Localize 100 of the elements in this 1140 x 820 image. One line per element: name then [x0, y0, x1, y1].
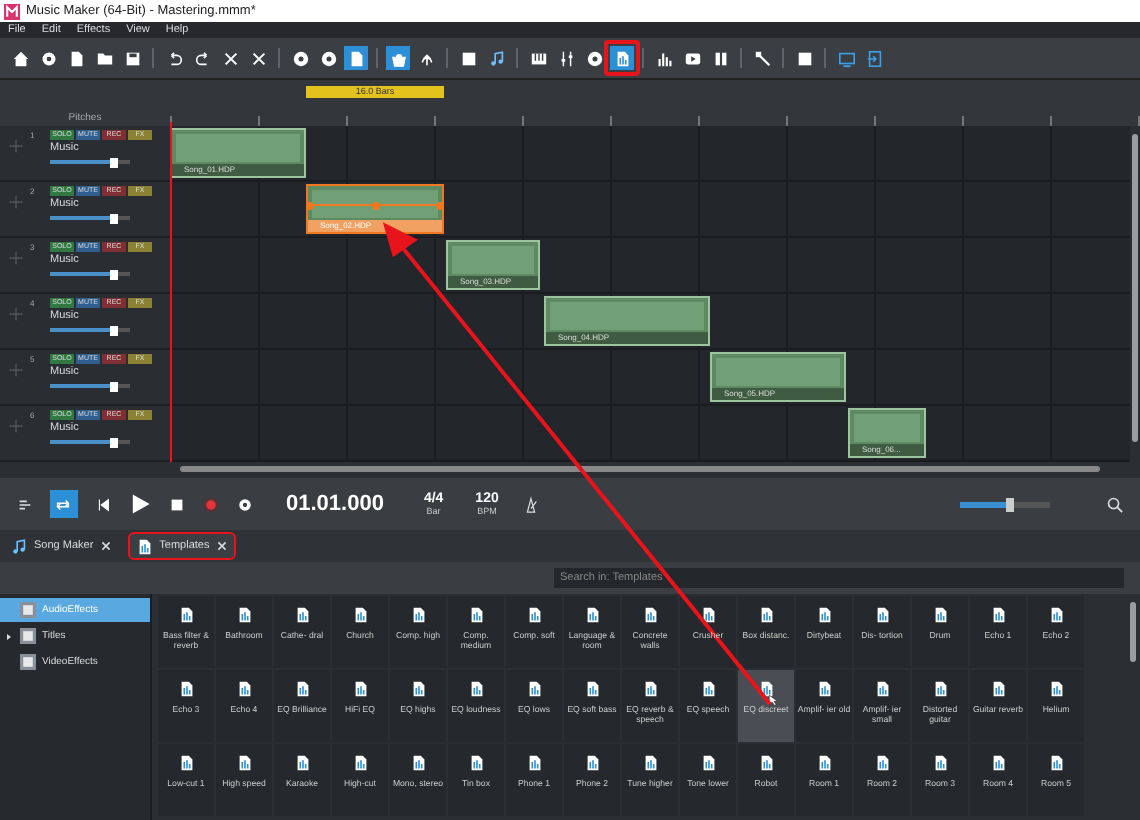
zoom-slider[interactable] [960, 501, 1050, 507]
home-icon [11, 49, 29, 67]
template-icon [613, 49, 631, 67]
mouse-pointer-icon [768, 694, 780, 706]
search-icon[interactable] [1106, 495, 1124, 513]
chart-icon [655, 49, 673, 67]
template-icon [641, 754, 659, 772]
play-icon [683, 49, 701, 67]
import-icon [865, 49, 883, 67]
cross-icon [8, 138, 24, 154]
template-icon [409, 754, 427, 772]
folder-icon [95, 49, 113, 67]
template-icon [293, 754, 311, 772]
disc-icon [291, 49, 309, 67]
template-icon [235, 680, 253, 698]
note-icon [10, 537, 28, 555]
template-icon [931, 606, 949, 624]
template-icon [757, 754, 775, 772]
template-icon [815, 606, 833, 624]
close-icon[interactable] [215, 540, 228, 552]
rewind-icon[interactable] [94, 495, 112, 513]
template-icon [641, 606, 659, 624]
redo-icon [193, 49, 211, 67]
screen-icon [837, 49, 855, 67]
disc-icon [319, 49, 337, 67]
template-icon [815, 680, 833, 698]
template-icon [989, 680, 1007, 698]
template-icon [409, 680, 427, 698]
pause-icon [711, 49, 729, 67]
template-icon [583, 754, 601, 772]
square-icon [459, 49, 477, 67]
close-icon[interactable] [99, 540, 112, 552]
loop-icon [54, 495, 72, 513]
template-icon [931, 754, 949, 772]
template-icon [699, 754, 717, 772]
template-icon [293, 606, 311, 624]
template-icon [989, 754, 1007, 772]
template-icon [641, 680, 659, 698]
piano-icon [529, 49, 547, 67]
toolbar-button[interactable] [8, 46, 32, 70]
cross-icon [249, 49, 267, 67]
template-icon [1047, 680, 1065, 698]
toolbar-button[interactable] [582, 46, 606, 70]
template-icon [583, 606, 601, 624]
template-icon [135, 537, 154, 555]
toolbar-button[interactable] [750, 46, 774, 70]
template-icon [1047, 754, 1065, 772]
mixer-icon [557, 49, 575, 67]
cross-icon [8, 418, 24, 434]
position-display: 01.01.000 [286, 492, 384, 516]
template-icon [757, 606, 775, 624]
template-icon [467, 606, 485, 624]
undo-icon [165, 49, 183, 67]
upload-icon [417, 49, 435, 67]
template-icon [525, 606, 543, 624]
cross-icon [221, 49, 239, 67]
tool-icon [753, 49, 771, 67]
cross-icon [8, 194, 24, 210]
template-icon [989, 606, 1007, 624]
bag-icon [389, 49, 407, 67]
template-icon [1047, 606, 1065, 624]
template-icon [177, 754, 195, 772]
play-icon[interactable] [128, 492, 152, 516]
template-icon [815, 754, 833, 772]
template-icon [699, 606, 717, 624]
expand-icon[interactable] [4, 631, 14, 641]
square-icon [795, 49, 813, 67]
template-icon [873, 680, 891, 698]
template-icon [467, 754, 485, 772]
template-icon [351, 680, 369, 698]
template-icon [177, 606, 195, 624]
template-icon [931, 680, 949, 698]
vertical-scrollbar[interactable] [1130, 126, 1140, 462]
file-icon [347, 49, 365, 67]
template-icon [873, 606, 891, 624]
list-icon[interactable] [16, 495, 34, 513]
toolbar-button[interactable] [288, 46, 312, 70]
template-icon [525, 754, 543, 772]
template-icon [351, 606, 369, 624]
disc-icon [585, 49, 603, 67]
cross-icon [8, 306, 24, 322]
cross-icon [8, 362, 24, 378]
template-icon [293, 680, 311, 698]
cross-icon [8, 250, 24, 266]
template-icon [409, 606, 427, 624]
template-icon [467, 680, 485, 698]
metronome-icon[interactable] [522, 495, 541, 513]
template-icon [583, 680, 601, 698]
loop-button[interactable] [50, 490, 78, 518]
file-icon [67, 49, 85, 67]
note-icon [487, 49, 505, 67]
template-icon [235, 606, 253, 624]
toolbar-button[interactable] [316, 46, 340, 70]
template-icon [177, 680, 195, 698]
template-icon [699, 680, 717, 698]
template-icon [873, 754, 891, 772]
save-icon [123, 49, 141, 67]
template-icon [525, 680, 543, 698]
record-icon[interactable] [202, 495, 220, 513]
stop-icon[interactable] [168, 495, 186, 513]
